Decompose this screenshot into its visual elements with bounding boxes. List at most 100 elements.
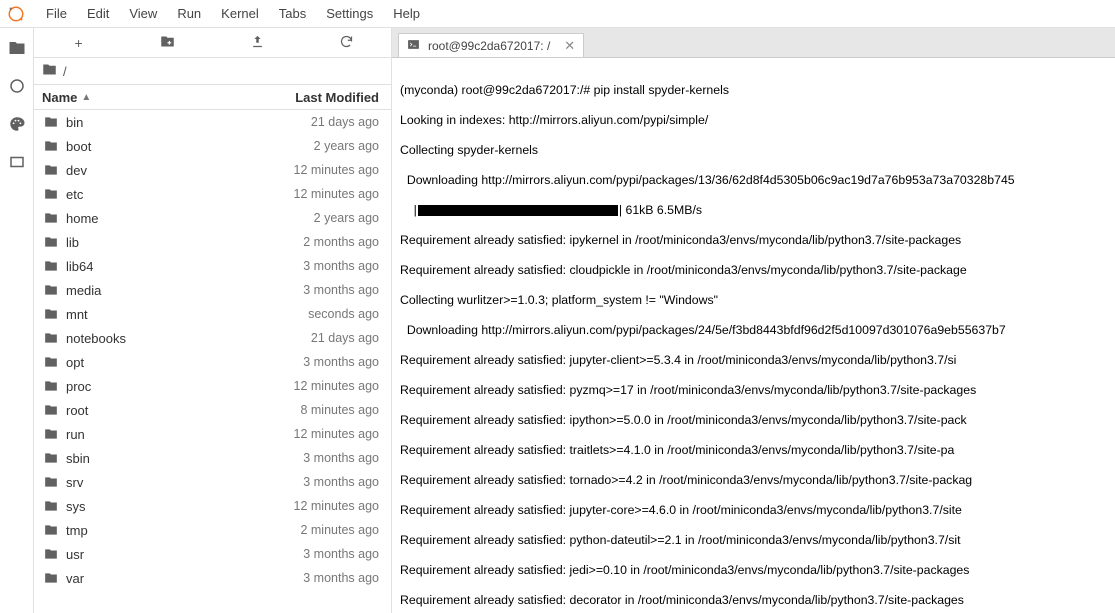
file-name: etc [66,187,233,202]
menu-run[interactable]: Run [167,6,211,21]
breadcrumb[interactable]: / [34,58,391,84]
file-row[interactable]: media3 months ago [34,278,391,302]
menu-edit[interactable]: Edit [77,6,119,21]
progress-bar [418,205,618,216]
file-modified: 3 months ago [233,571,383,585]
folder-icon [42,523,60,537]
folder-icon [42,283,60,297]
file-row[interactable]: bin21 days ago [34,110,391,134]
new-folder-button[interactable] [123,34,212,52]
file-name: tmp [66,523,233,538]
running-icon[interactable] [7,76,27,96]
file-modified: 2 years ago [233,139,383,153]
tabs-icon[interactable] [7,152,27,172]
upload-button[interactable] [213,34,302,52]
file-row[interactable]: tmp2 minutes ago [34,518,391,542]
file-name: srv [66,475,233,490]
file-name: usr [66,547,233,562]
file-row[interactable]: srv3 months ago [34,470,391,494]
menu-help[interactable]: Help [383,6,430,21]
file-row[interactable]: sbin3 months ago [34,446,391,470]
folder-icon [42,139,60,153]
file-name: lib64 [66,259,233,274]
file-row[interactable]: usr3 months ago [34,542,391,566]
menu-file[interactable]: File [36,6,77,21]
file-modified: 12 minutes ago [233,163,383,177]
folder-icon [42,427,60,441]
file-browser: + / Name ▲ Last Modified bin21 days a [34,28,392,613]
file-list: bin21 days agoboot2 years agodev12 minut… [34,110,391,613]
file-modified: 2 minutes ago [233,523,383,537]
menu-bar: File Edit View Run Kernel Tabs Settings … [0,0,1115,28]
file-modified: 21 days ago [233,115,383,129]
new-launcher-button[interactable]: + [34,35,123,51]
file-row[interactable]: run12 minutes ago [34,422,391,446]
file-name: opt [66,355,233,370]
palette-icon[interactable] [7,114,27,134]
file-row[interactable]: home2 years ago [34,206,391,230]
file-row[interactable]: var3 months ago [34,566,391,590]
file-modified: 3 months ago [233,475,383,489]
terminal-output[interactable]: (myconda) root@99c2da672017:/# pip insta… [392,58,1115,613]
folder-icon [42,403,60,417]
file-name: lib [66,235,233,250]
folder-icon [42,475,60,489]
file-row[interactable]: lib2 months ago [34,230,391,254]
file-name: sbin [66,451,233,466]
folder-icon [42,451,60,465]
file-modified: 3 months ago [233,355,383,369]
refresh-button[interactable] [302,34,391,52]
file-row[interactable]: boot2 years ago [34,134,391,158]
folder-icon [42,331,60,345]
file-modified: seconds ago [233,307,383,321]
folder-icon [42,115,60,129]
header-modified[interactable]: Last Modified [241,90,391,105]
file-toolbar: + [34,28,391,58]
folder-icon [42,571,60,585]
folder-icon [42,62,57,80]
close-icon[interactable]: ✕ [564,38,575,54]
folder-icon[interactable] [7,38,27,58]
file-name: sys [66,499,233,514]
file-modified: 12 minutes ago [233,187,383,201]
file-name: root [66,403,233,418]
file-row[interactable]: opt3 months ago [34,350,391,374]
file-name: home [66,211,233,226]
file-modified: 8 minutes ago [233,403,383,417]
file-modified: 12 minutes ago [233,499,383,513]
file-name: var [66,571,233,586]
file-row[interactable]: sys12 minutes ago [34,494,391,518]
folder-icon [42,187,60,201]
menu-kernel[interactable]: Kernel [211,6,269,21]
file-list-header: Name ▲ Last Modified [34,84,391,110]
file-modified: 12 minutes ago [233,379,383,393]
caret-up-icon: ▲ [81,92,91,103]
file-name: dev [66,163,233,178]
file-row[interactable]: notebooks21 days ago [34,326,391,350]
file-row[interactable]: root8 minutes ago [34,398,391,422]
file-row[interactable]: etc12 minutes ago [34,182,391,206]
folder-icon [42,547,60,561]
menu-tabs[interactable]: Tabs [269,6,316,21]
menu-view[interactable]: View [119,6,167,21]
folder-icon [42,235,60,249]
file-row[interactable]: lib643 months ago [34,254,391,278]
activity-bar [0,28,34,613]
folder-icon [42,211,60,225]
file-name: boot [66,139,233,154]
folder-icon [42,163,60,177]
file-row[interactable]: dev12 minutes ago [34,158,391,182]
file-modified: 3 months ago [233,451,383,465]
menu-settings[interactable]: Settings [316,6,383,21]
tab-bar: root@99c2da672017: / ✕ [392,28,1115,58]
folder-icon [42,499,60,513]
file-name: media [66,283,233,298]
file-row[interactable]: proc12 minutes ago [34,374,391,398]
tab-terminal[interactable]: root@99c2da672017: / ✕ [398,33,584,57]
header-name[interactable]: Name ▲ [34,90,241,105]
file-modified: 12 minutes ago [233,427,383,441]
file-row[interactable]: mntseconds ago [34,302,391,326]
tab-title: root@99c2da672017: / [428,39,550,53]
file-name: bin [66,115,233,130]
file-modified: 21 days ago [233,331,383,345]
